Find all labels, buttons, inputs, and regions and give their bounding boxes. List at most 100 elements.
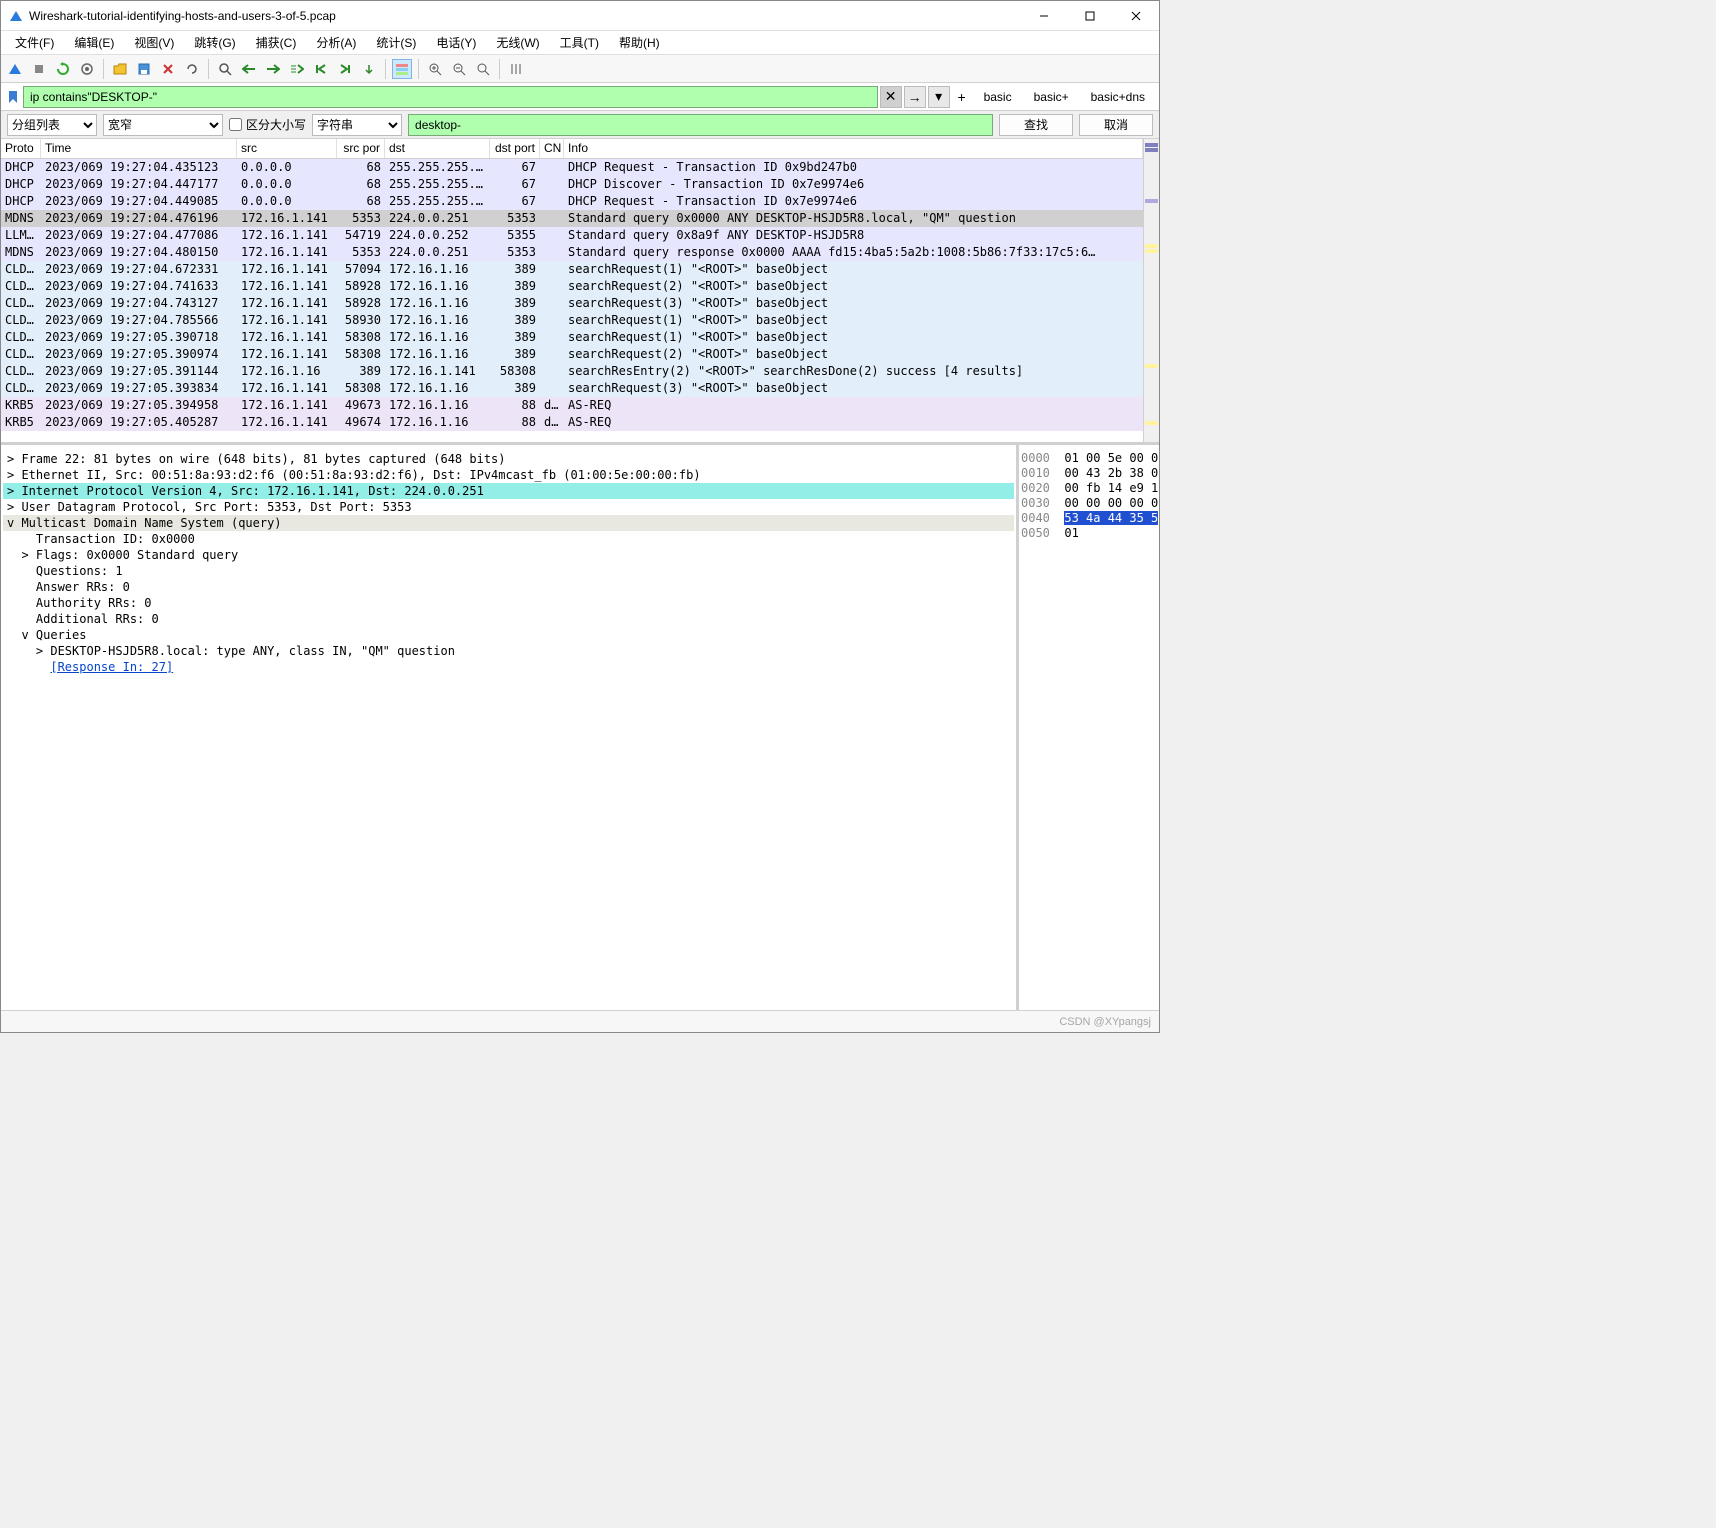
detail-line[interactable]: Answer RRs: 0 bbox=[3, 579, 1014, 595]
packet-minimap[interactable] bbox=[1143, 139, 1159, 442]
status-bar: CSDN @XYpangsj bbox=[1, 1010, 1159, 1032]
menu-item[interactable]: 无线(W) bbox=[486, 32, 549, 53]
find-packet-icon[interactable] bbox=[215, 59, 235, 79]
apply-filter-icon[interactable]: → bbox=[904, 86, 926, 108]
find-button[interactable]: 查找 bbox=[999, 114, 1073, 136]
detail-line[interactable]: Questions: 1 bbox=[3, 563, 1014, 579]
packet-row[interactable]: CLD…2023/069 19:27:05.390718172.16.1.141… bbox=[1, 329, 1143, 346]
add-filter-button[interactable]: + bbox=[952, 89, 972, 105]
hex-line[interactable]: 0000 01 00 5e 00 0 bbox=[1021, 451, 1157, 466]
col-info[interactable]: Info bbox=[564, 139, 1143, 158]
search-input[interactable] bbox=[408, 114, 993, 136]
search-type-select[interactable]: 字符串 bbox=[312, 114, 402, 136]
packet-details-pane[interactable]: > Frame 22: 81 bytes on wire (648 bits),… bbox=[1, 445, 1019, 1010]
col-protocol[interactable]: Proto bbox=[1, 139, 41, 158]
close-button[interactable] bbox=[1113, 1, 1159, 31]
search-scope-select[interactable]: 分组列表 bbox=[7, 114, 97, 136]
go-forward-icon[interactable] bbox=[263, 59, 283, 79]
zoom-reset-icon[interactable] bbox=[473, 59, 493, 79]
menu-item[interactable]: 电话(Y) bbox=[426, 32, 486, 53]
packet-row[interactable]: LLM…2023/069 19:27:04.477086172.16.1.141… bbox=[1, 227, 1143, 244]
filter-history-icon[interactable]: ▾ bbox=[928, 86, 950, 108]
display-filter-input[interactable] bbox=[23, 86, 878, 108]
search-width-select[interactable]: 宽窄 bbox=[103, 114, 223, 136]
hex-line[interactable]: 0020 00 fb 14 e9 1 bbox=[1021, 481, 1157, 496]
start-capture-icon[interactable] bbox=[5, 59, 25, 79]
packet-row[interactable]: KRB52023/069 19:27:05.405287172.16.1.141… bbox=[1, 414, 1143, 431]
col-src[interactable]: src bbox=[237, 139, 337, 158]
detail-line[interactable]: > DESKTOP-HSJD5R8.local: type ANY, class… bbox=[3, 643, 1014, 659]
menu-item[interactable]: 文件(F) bbox=[5, 32, 64, 53]
reload-file-icon[interactable] bbox=[182, 59, 202, 79]
filter-preset-basic-dns[interactable]: basic+dns bbox=[1081, 88, 1155, 106]
packet-row[interactable]: CLD…2023/069 19:27:04.741633172.16.1.141… bbox=[1, 278, 1143, 295]
case-sensitive-checkbox[interactable]: 区分大小写 bbox=[229, 116, 306, 133]
detail-line[interactable]: > Frame 22: 81 bytes on wire (648 bits),… bbox=[3, 451, 1014, 467]
packet-row[interactable]: CLD…2023/069 19:27:04.672331172.16.1.141… bbox=[1, 261, 1143, 278]
window-title: Wireshark-tutorial-identifying-hosts-and… bbox=[29, 9, 1021, 23]
col-time[interactable]: Time bbox=[41, 139, 237, 158]
detail-line[interactable]: > Internet Protocol Version 4, Src: 172.… bbox=[3, 483, 1014, 499]
colorize-icon[interactable] bbox=[392, 59, 412, 79]
restart-capture-icon[interactable] bbox=[53, 59, 73, 79]
menu-item[interactable]: 编辑(E) bbox=[64, 32, 124, 53]
menu-item[interactable]: 分析(A) bbox=[306, 32, 366, 53]
hex-line[interactable]: 0010 00 43 2b 38 0 bbox=[1021, 466, 1157, 481]
packet-row[interactable]: MDNS2023/069 19:27:04.476196172.16.1.141… bbox=[1, 210, 1143, 227]
detail-line[interactable]: Transaction ID: 0x0000 bbox=[3, 531, 1014, 547]
cancel-button[interactable]: 取消 bbox=[1079, 114, 1153, 136]
packet-row[interactable]: DHCP2023/069 19:27:04.4471770.0.0.068255… bbox=[1, 176, 1143, 193]
maximize-button[interactable] bbox=[1067, 1, 1113, 31]
packet-bytes-pane[interactable]: 0000 01 00 5e 00 00010 00 43 2b 38 00020… bbox=[1019, 445, 1159, 1010]
capture-options-icon[interactable] bbox=[77, 59, 97, 79]
resize-columns-icon[interactable] bbox=[506, 59, 526, 79]
open-file-icon[interactable] bbox=[110, 59, 130, 79]
menu-item[interactable]: 跳转(G) bbox=[184, 32, 245, 53]
detail-line[interactable]: > Ethernet II, Src: 00:51:8a:93:d2:f6 (0… bbox=[3, 467, 1014, 483]
detail-line[interactable]: v Multicast Domain Name System (query) bbox=[3, 515, 1014, 531]
go-back-icon[interactable] bbox=[239, 59, 259, 79]
menu-item[interactable]: 帮助(H) bbox=[609, 32, 670, 53]
col-src-port[interactable]: src por bbox=[337, 139, 385, 158]
close-file-icon[interactable] bbox=[158, 59, 178, 79]
stop-capture-icon[interactable] bbox=[29, 59, 49, 79]
zoom-out-icon[interactable] bbox=[449, 59, 469, 79]
packet-row[interactable]: DHCP2023/069 19:27:04.4490850.0.0.068255… bbox=[1, 193, 1143, 210]
go-first-icon[interactable] bbox=[311, 59, 331, 79]
menu-item[interactable]: 统计(S) bbox=[366, 32, 426, 53]
bookmark-icon[interactable] bbox=[5, 89, 21, 105]
menu-item[interactable]: 捕获(C) bbox=[246, 32, 307, 53]
hex-line[interactable]: 0050 01 bbox=[1021, 526, 1157, 541]
auto-scroll-icon[interactable] bbox=[359, 59, 379, 79]
go-last-icon[interactable] bbox=[335, 59, 355, 79]
col-cn[interactable]: CN bbox=[540, 139, 564, 158]
packet-row[interactable]: MDNS2023/069 19:27:04.480150172.16.1.141… bbox=[1, 244, 1143, 261]
detail-line[interactable]: [Response In: 27] bbox=[3, 659, 1014, 675]
hex-line[interactable]: 0040 53 4a 44 35 5 bbox=[1021, 511, 1157, 526]
detail-line[interactable]: > Flags: 0x0000 Standard query bbox=[3, 547, 1014, 563]
detail-line[interactable]: > User Datagram Protocol, Src Port: 5353… bbox=[3, 499, 1014, 515]
minimize-button[interactable] bbox=[1021, 1, 1067, 31]
zoom-in-icon[interactable] bbox=[425, 59, 445, 79]
save-file-icon[interactable] bbox=[134, 59, 154, 79]
packet-row[interactable]: CLD…2023/069 19:27:05.393834172.16.1.141… bbox=[1, 380, 1143, 397]
detail-line[interactable]: Authority RRs: 0 bbox=[3, 595, 1014, 611]
packet-row[interactable]: CLD…2023/069 19:27:04.743127172.16.1.141… bbox=[1, 295, 1143, 312]
menu-item[interactable]: 工具(T) bbox=[550, 32, 609, 53]
packet-row[interactable]: CLD…2023/069 19:27:04.785566172.16.1.141… bbox=[1, 312, 1143, 329]
packet-row[interactable]: CLD…2023/069 19:27:05.390974172.16.1.141… bbox=[1, 346, 1143, 363]
packet-list-header[interactable]: Proto Time src src por dst dst port CN I… bbox=[1, 139, 1143, 159]
detail-line[interactable]: Additional RRs: 0 bbox=[3, 611, 1014, 627]
filter-preset-basic[interactable]: basic bbox=[974, 88, 1022, 106]
col-dst-port[interactable]: dst port bbox=[490, 139, 540, 158]
go-to-packet-icon[interactable] bbox=[287, 59, 307, 79]
clear-filter-icon[interactable]: ✕ bbox=[880, 86, 902, 108]
packet-row[interactable]: KRB52023/069 19:27:05.394958172.16.1.141… bbox=[1, 397, 1143, 414]
col-dst[interactable]: dst bbox=[385, 139, 490, 158]
packet-row[interactable]: DHCP2023/069 19:27:04.4351230.0.0.068255… bbox=[1, 159, 1143, 176]
detail-line[interactable]: v Queries bbox=[3, 627, 1014, 643]
packet-row[interactable]: CLD…2023/069 19:27:05.391144172.16.1.163… bbox=[1, 363, 1143, 380]
filter-preset-basic-plus[interactable]: basic+ bbox=[1024, 88, 1079, 106]
hex-line[interactable]: 0030 00 00 00 00 0 bbox=[1021, 496, 1157, 511]
menu-item[interactable]: 视图(V) bbox=[124, 32, 184, 53]
